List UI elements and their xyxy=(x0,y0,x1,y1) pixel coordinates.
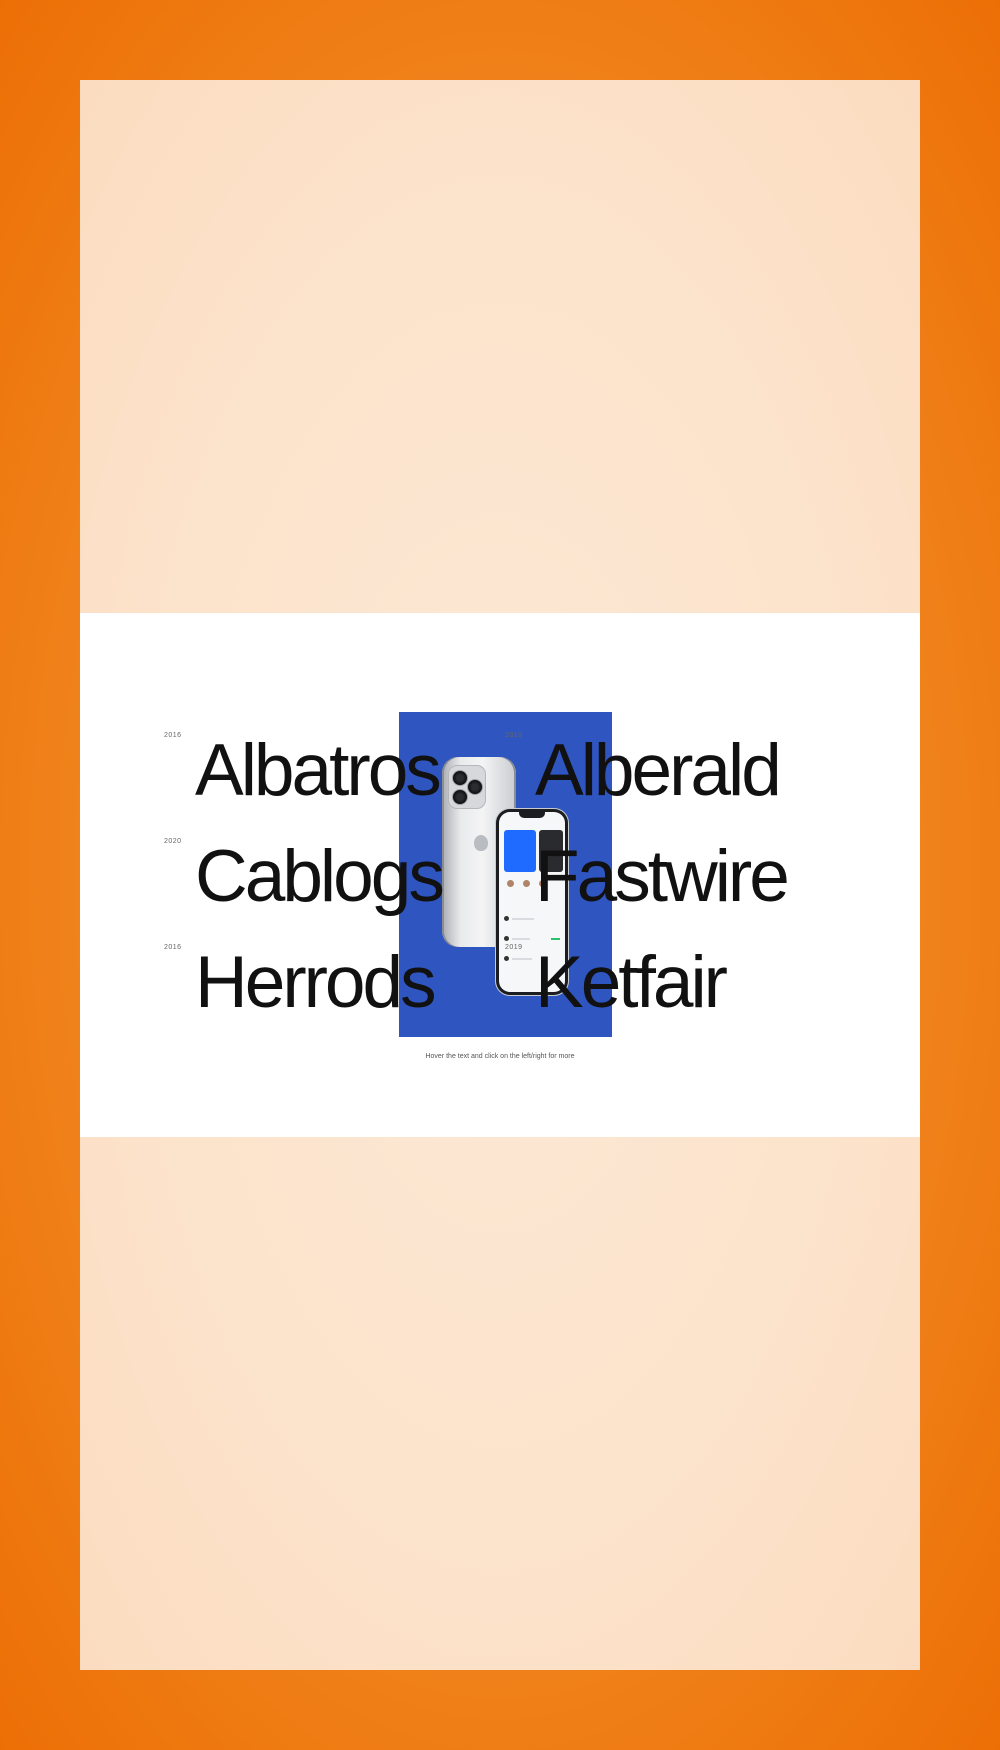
transaction-amount xyxy=(551,938,560,940)
camera-lens-icon xyxy=(467,779,483,795)
transaction-row xyxy=(512,958,532,960)
camera-lens-icon xyxy=(452,789,468,805)
contact-avatar xyxy=(507,880,514,887)
project-link-albatros[interactable]: Albatros xyxy=(195,734,442,807)
project-link-alberald[interactable]: Alberald xyxy=(535,734,782,807)
phone-notch xyxy=(519,812,545,818)
project-showcase: 2016 Albatros 2019 Alberald 2020 Cablogs… xyxy=(80,613,920,1137)
project-year-herrods: 2016 xyxy=(164,944,182,951)
bank-card-blue xyxy=(504,830,536,872)
project-link-cablogs[interactable]: Cablogs xyxy=(195,840,445,913)
contact-avatar xyxy=(523,880,530,887)
project-link-herrods[interactable]: Herrods xyxy=(195,946,437,1019)
project-year-ketfair: 2019 xyxy=(505,944,523,951)
camera-module xyxy=(448,765,486,809)
transaction-icon xyxy=(504,936,509,941)
project-link-ketfair[interactable]: Ketfair xyxy=(535,946,728,1019)
hover-instruction: Hover the text and click on the left/rig… xyxy=(425,1053,575,1060)
project-link-fastwire[interactable]: Fastwire xyxy=(535,840,790,913)
page-canvas: 2016 Albatros 2019 Alberald 2020 Cablogs… xyxy=(80,80,920,1670)
transaction-row xyxy=(512,918,534,920)
project-year-alberald: 2019 xyxy=(505,732,523,739)
project-year-albatros: 2016 xyxy=(164,732,182,739)
apple-logo-icon xyxy=(474,835,488,851)
transaction-icon xyxy=(504,956,509,961)
transaction-row xyxy=(512,938,530,940)
transaction-icon xyxy=(504,916,509,921)
project-year-cablogs: 2020 xyxy=(164,838,182,845)
camera-lens-icon xyxy=(452,770,468,786)
